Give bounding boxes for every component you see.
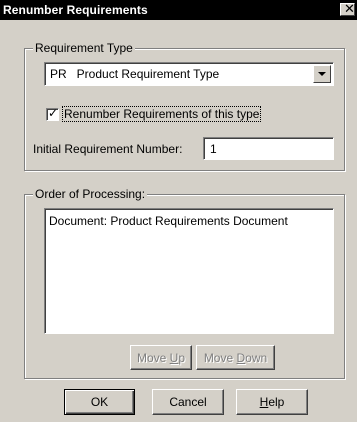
help-button[interactable]: Help: [236, 389, 308, 415]
requirement-type-dropdown[interactable]: PR Product Requirement Type: [44, 62, 334, 86]
cancel-label: Cancel: [169, 395, 207, 409]
close-button[interactable]: ✕: [340, 1, 355, 16]
move-up-label: Move Up: [136, 351, 186, 365]
ok-label: OK: [90, 395, 109, 409]
ok-button[interactable]: OK: [64, 389, 135, 415]
initial-number-value: 1: [210, 142, 217, 156]
list-item[interactable]: Document: Product Requirements Document: [49, 214, 288, 228]
chevron-down-icon: [318, 72, 326, 76]
help-label: Help: [259, 395, 285, 409]
processing-order-list[interactable]: Document: Product Requirements Document: [44, 208, 334, 334]
renumber-checkbox-label[interactable]: Renumber Requirements of this type: [61, 106, 262, 122]
title-bar[interactable]: Renumber Requirements ✕: [0, 0, 357, 20]
initial-number-label: Initial Requirement Number:: [33, 142, 183, 156]
requirement-type-group-label: Requirement Type: [33, 41, 135, 55]
renumber-requirements-dialog: Renumber Requirements ✕ Requirement Type…: [0, 0, 357, 422]
initial-number-input[interactable]: 1: [203, 137, 334, 160]
renumber-checkbox[interactable]: ✓: [46, 106, 59, 121]
requirement-type-selected-value: PR Product Requirement Type: [50, 67, 220, 81]
dropdown-arrow-button[interactable]: [313, 65, 331, 83]
move-down-button[interactable]: Move Down: [196, 345, 275, 370]
order-of-processing-group-label: Order of Processing:: [33, 187, 148, 201]
move-up-button[interactable]: Move Up: [130, 345, 192, 370]
close-icon: ✕: [344, 1, 355, 16]
cancel-button[interactable]: Cancel: [152, 389, 224, 415]
check-icon: ✓: [48, 106, 59, 120]
move-down-label: Move Down: [203, 351, 268, 365]
window-title: Renumber Requirements: [3, 3, 148, 17]
